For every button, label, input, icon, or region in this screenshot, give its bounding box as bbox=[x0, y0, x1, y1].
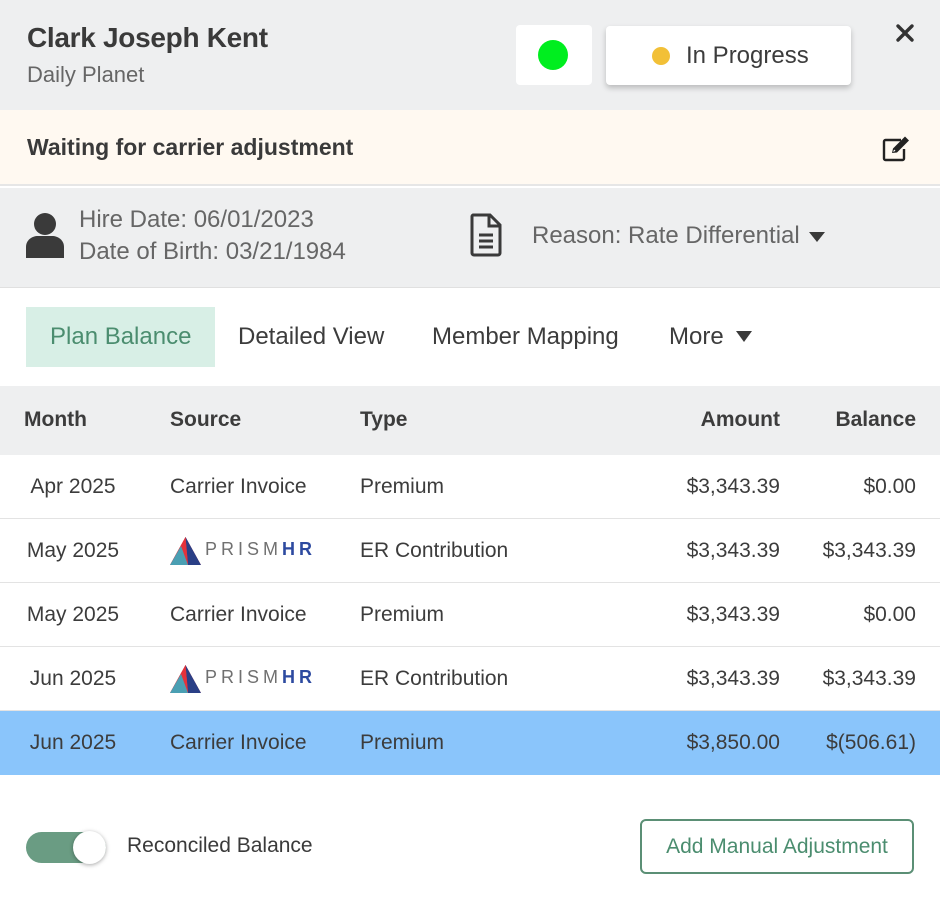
table-row[interactable]: May 2025 PRISMHR ER Contribution $3,343.… bbox=[0, 519, 940, 583]
document-icon bbox=[470, 213, 502, 257]
status-label: In Progress bbox=[686, 42, 809, 69]
cell-month: May 2025 bbox=[26, 603, 120, 626]
cell-amount: $3,343.39 bbox=[686, 667, 780, 690]
cell-balance: $3,343.39 bbox=[822, 539, 916, 562]
tab-detailed-view[interactable]: Detailed View bbox=[238, 307, 384, 367]
tab-member-mapping[interactable]: Member Mapping bbox=[432, 307, 619, 367]
caret-down-icon[interactable] bbox=[736, 331, 752, 342]
date-of-birth: Date of Birth: 03/21/1984 bbox=[79, 238, 346, 265]
toggle-label: Reconciled Balance bbox=[127, 834, 313, 857]
reconciled-balance-toggle[interactable] bbox=[26, 831, 106, 864]
banner-text: Waiting for carrier adjustment bbox=[27, 134, 354, 160]
caret-down-icon[interactable] bbox=[808, 231, 826, 243]
prismhr-logo-icon bbox=[170, 537, 201, 565]
prismhr-wordmark: PRISMHR bbox=[205, 539, 316, 560]
indicator-box bbox=[516, 25, 592, 85]
edit-icon[interactable] bbox=[881, 135, 911, 163]
cell-month: Jun 2025 bbox=[29, 731, 117, 754]
green-indicator-icon bbox=[538, 40, 568, 70]
cell-type: ER Contribution bbox=[360, 667, 509, 690]
person-icon bbox=[26, 213, 64, 258]
cell-month: May 2025 bbox=[26, 539, 120, 562]
cell-type: Premium bbox=[360, 603, 445, 626]
cell-balance: $0.00 bbox=[863, 603, 916, 626]
detail-header: Clark Joseph Kent Daily Planet In Progre… bbox=[0, 0, 940, 110]
cell-source: Carrier Invoice bbox=[170, 475, 307, 498]
table-row[interactable]: Apr 2025 Carrier Invoice Premium $3,343.… bbox=[0, 455, 940, 519]
table-header: Month Source Type Amount Balance bbox=[0, 386, 940, 455]
status-dropdown[interactable]: In Progress bbox=[606, 26, 851, 85]
reason-dropdown[interactable]: Reason: Rate Differential bbox=[532, 222, 800, 250]
cell-source: Carrier Invoice bbox=[170, 603, 307, 626]
table-row[interactable]: May 2025 Carrier Invoice Premium $3,343.… bbox=[0, 583, 940, 647]
column-header-type[interactable]: Type bbox=[360, 408, 407, 432]
cell-type: ER Contribution bbox=[360, 539, 509, 562]
cell-balance: $(506.61) bbox=[826, 731, 916, 754]
column-header-source[interactable]: Source bbox=[170, 408, 241, 432]
toggle-knob bbox=[73, 831, 106, 864]
cell-source: Carrier Invoice bbox=[170, 731, 307, 754]
status-dot-icon bbox=[652, 47, 670, 65]
employee-company: Daily Planet bbox=[27, 62, 145, 87]
tab-more[interactable]: More bbox=[669, 307, 724, 367]
status-banner: Waiting for carrier adjustment bbox=[0, 110, 940, 186]
cell-balance: $0.00 bbox=[863, 475, 916, 498]
prismhr-wordmark-part1: PRISM bbox=[205, 667, 283, 687]
close-icon[interactable] bbox=[892, 20, 918, 46]
cell-month: Apr 2025 bbox=[30, 475, 116, 498]
cell-type: Premium bbox=[360, 731, 445, 754]
table-row[interactable]: Jun 2025 PRISMHR ER Contribution $3,343.… bbox=[0, 647, 940, 711]
cell-amount: $3,343.39 bbox=[686, 539, 780, 562]
cell-amount: $3,850.00 bbox=[686, 731, 780, 754]
cell-month: Jun 2025 bbox=[29, 667, 117, 690]
prismhr-wordmark: PRISMHR bbox=[205, 667, 316, 688]
employee-name: Clark Joseph Kent bbox=[27, 22, 268, 53]
prismhr-wordmark-part1: PRISM bbox=[205, 539, 283, 559]
prismhr-logo-icon bbox=[170, 665, 201, 693]
cell-type: Premium bbox=[360, 475, 445, 498]
cell-amount: $3,343.39 bbox=[686, 475, 780, 498]
tab-plan-balance[interactable]: Plan Balance bbox=[26, 307, 216, 367]
prismhr-wordmark-part2: HR bbox=[282, 539, 317, 559]
prismhr-wordmark-part2: HR bbox=[282, 667, 317, 687]
cell-amount: $3,343.39 bbox=[686, 603, 780, 626]
table-row-selected[interactable]: Jun 2025 Carrier Invoice Premium $3,850.… bbox=[0, 711, 940, 775]
column-header-amount[interactable]: Amount bbox=[600, 408, 780, 432]
hire-date: Hire Date: 06/01/2023 bbox=[79, 206, 314, 233]
column-header-balance[interactable]: Balance bbox=[780, 408, 916, 432]
add-manual-adjustment-button[interactable]: Add Manual Adjustment bbox=[640, 819, 914, 874]
cell-balance: $3,343.39 bbox=[822, 667, 916, 690]
column-header-month[interactable]: Month bbox=[24, 408, 87, 432]
